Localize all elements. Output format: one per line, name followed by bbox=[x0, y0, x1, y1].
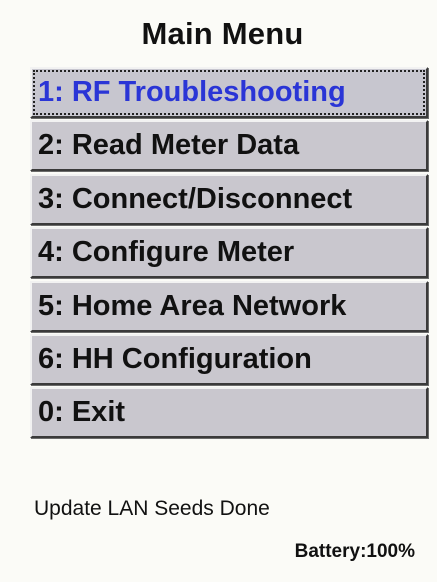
menu-item-hh-configuration[interactable]: 6: HH Configuration bbox=[30, 333, 428, 385]
menu-item-configure-meter[interactable]: 4: Configure Meter bbox=[30, 227, 428, 279]
menu-item-connect-disconnect[interactable]: 3: Connect/Disconnect bbox=[30, 173, 428, 225]
status-message: Update LAN Seeds Done bbox=[34, 497, 270, 520]
main-menu-screen: Main Menu 1: RF Troubleshooting 2: Read … bbox=[0, 0, 437, 582]
menu-item-exit[interactable]: 0: Exit bbox=[30, 387, 428, 439]
battery-status: Battery:100% bbox=[294, 541, 415, 562]
menu-item-read-meter-data[interactable]: 2: Read Meter Data bbox=[30, 120, 428, 172]
menu-item-home-area-network[interactable]: 5: Home Area Network bbox=[30, 280, 428, 332]
menu-item-rf-troubleshooting[interactable]: 1: RF Troubleshooting bbox=[30, 67, 428, 118]
menu-list: 1: RF Troubleshooting 2: Read Meter Data… bbox=[30, 67, 428, 441]
page-title: Main Menu bbox=[141, 16, 304, 51]
